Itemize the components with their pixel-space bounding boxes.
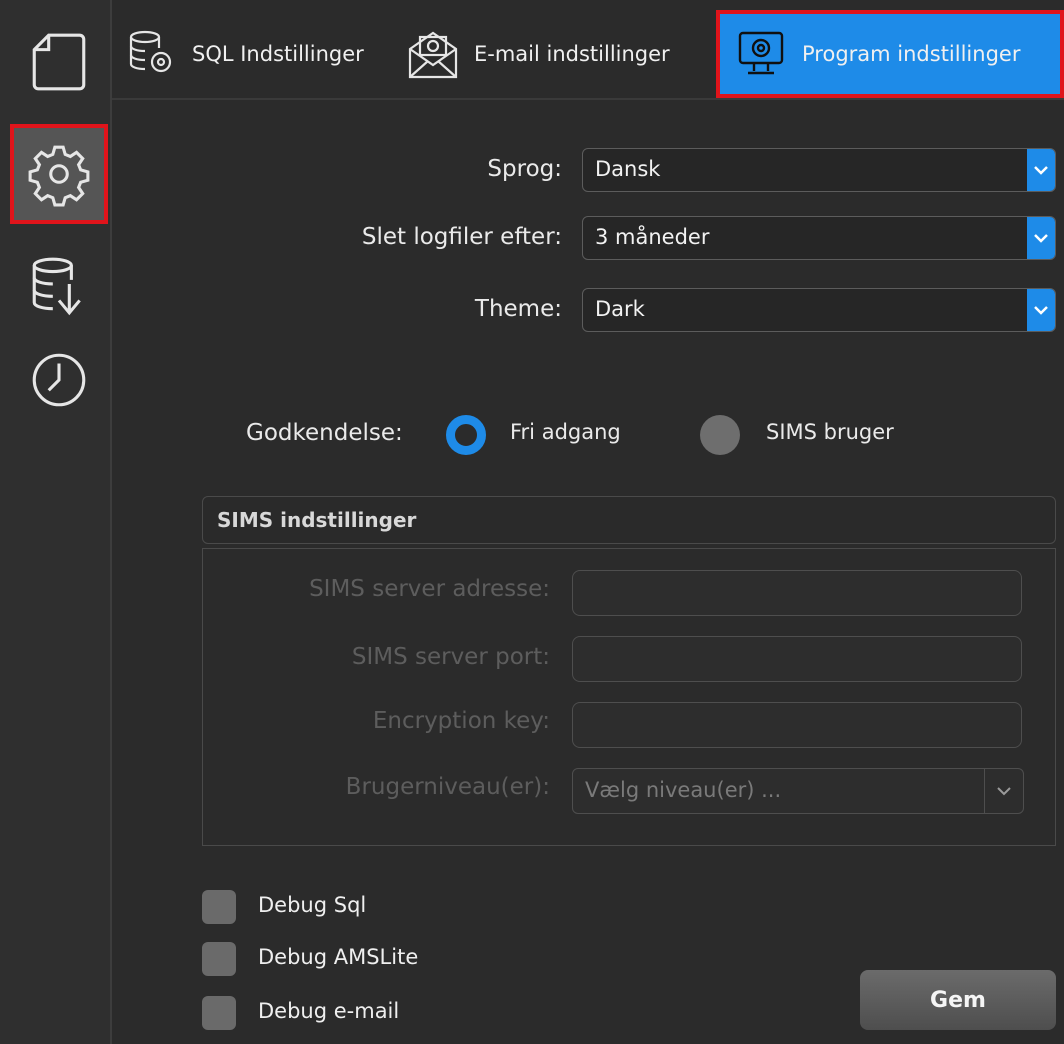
rail-item-database-download[interactable] xyxy=(10,236,108,336)
radio-sims-user-label[interactable]: SIMS bruger xyxy=(766,420,894,444)
sims-server-port-input[interactable] xyxy=(572,636,1022,682)
logfiles-select[interactable]: 3 måneder xyxy=(582,216,1056,260)
theme-select[interactable]: Dark xyxy=(582,288,1056,332)
debug-sql-label: Debug Sql xyxy=(258,893,367,917)
tab-label: SQL Indstillinger xyxy=(192,42,364,66)
radio-free-access-label[interactable]: Fri adgang xyxy=(510,420,621,444)
logfiles-value: 3 måneder xyxy=(595,225,710,249)
rail-item-history[interactable] xyxy=(10,330,108,430)
clock-icon xyxy=(32,353,86,407)
debug-sql-checkbox[interactable] xyxy=(202,890,236,924)
debug-amslite-checkbox[interactable] xyxy=(202,942,236,976)
database-download-icon xyxy=(32,257,81,316)
radio-sims-user[interactable] xyxy=(700,415,740,455)
chevron-down-icon[interactable] xyxy=(1027,149,1055,191)
theme-label: Theme: xyxy=(474,296,562,322)
user-level-label: Brugerniveau(er): xyxy=(345,774,550,800)
side-navigation xyxy=(0,0,112,1044)
language-label: Sprog: xyxy=(487,156,562,182)
sims-server-port-label: SIMS server port: xyxy=(351,644,550,670)
user-level-select[interactable]: Vælg niveau(er) ... xyxy=(572,768,1024,814)
tab-label: E-mail indstillinger xyxy=(474,42,670,66)
tab-sql-settings[interactable]: SQL Indstillinger xyxy=(122,10,402,98)
language-value: Dansk xyxy=(595,157,661,181)
document-icon xyxy=(32,33,86,91)
encryption-key-label: Encryption key: xyxy=(372,708,550,734)
chevron-down-icon[interactable] xyxy=(1027,289,1055,331)
chevron-down-icon[interactable] xyxy=(984,769,1023,813)
database-gear-icon xyxy=(122,25,180,83)
debug-amslite-label: Debug AMSLite xyxy=(258,945,419,969)
tab-email-settings[interactable]: E-mail indstillinger xyxy=(404,10,704,98)
gear-icon xyxy=(28,145,90,207)
monitor-gear-icon xyxy=(732,25,790,83)
tab-program-settings[interactable]: Program indstillinger xyxy=(716,10,1064,98)
encryption-key-input[interactable] xyxy=(572,702,1022,748)
logfiles-label: Slet logfiler efter: xyxy=(361,224,562,250)
envelope-gear-icon xyxy=(404,25,462,83)
debug-email-label: Debug e-mail xyxy=(258,999,400,1023)
sims-server-address-input[interactable] xyxy=(572,570,1022,616)
rail-item-settings[interactable] xyxy=(10,124,108,224)
settings-tab-bar: SQL Indstillinger E-mail indstillinger P… xyxy=(112,10,1064,100)
user-level-placeholder: Vælg niveau(er) ... xyxy=(585,778,782,802)
radio-free-access[interactable] xyxy=(446,415,486,455)
language-select[interactable]: Dansk xyxy=(582,148,1056,192)
save-button[interactable]: Gem xyxy=(860,970,1056,1030)
theme-value: Dark xyxy=(595,297,645,321)
sims-settings-header: SIMS indstillinger xyxy=(202,496,1056,544)
debug-email-checkbox[interactable] xyxy=(202,996,236,1030)
sims-settings-title: SIMS indstillinger xyxy=(217,508,417,532)
chevron-down-icon[interactable] xyxy=(1027,217,1055,259)
auth-label: Godkendelse: xyxy=(246,420,403,446)
sims-server-address-label: SIMS server adresse: xyxy=(309,576,550,602)
tab-label: Program indstillinger xyxy=(802,42,1021,66)
rail-item-document[interactable] xyxy=(10,12,108,112)
